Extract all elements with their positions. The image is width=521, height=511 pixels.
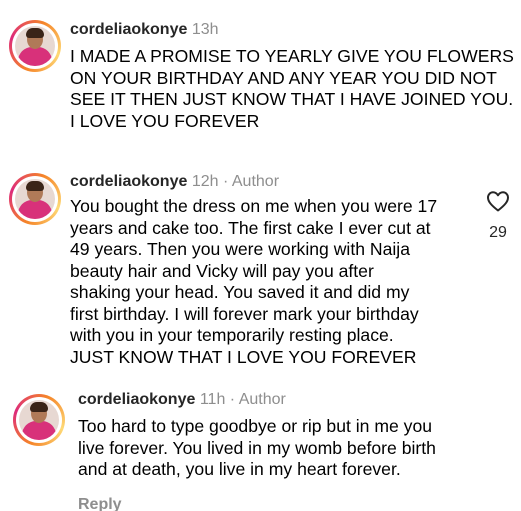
comment-text-line: and at death, you live in my heart forev… [78,459,401,479]
like-control: 29 [478,190,518,242]
comment-timestamp: 11h [199,391,226,408]
avatar[interactable] [13,394,65,446]
avatar-photo [19,400,59,440]
separator-dot: · [229,391,236,408]
comment-text-line: JUST KNOW THAT I LOVE YOU FOREVER [70,346,417,367]
comment-text-line: I LOVE YOU FOREVER [70,110,260,131]
avatar-photo [15,26,55,66]
author-tag: Author [238,391,286,408]
like-count[interactable]: 29 [478,224,518,242]
comment-username[interactable]: cordeliaokonye [78,391,195,408]
comment-text-line: Too hard to type goodbye or rip but in m… [78,416,433,436]
comment-text-line: first birthday. I will forever mark your… [70,303,419,324]
comment-text-line: years and cake too. The first cake I eve… [70,217,431,238]
comment-text-line: live forever. You lived in my womb befor… [78,437,436,458]
reply-button[interactable]: Reply [78,496,122,511]
comment-timestamp: 12h [191,173,219,190]
avatar-photo [15,179,55,219]
avatar[interactable] [9,173,61,225]
comment-text: Too hard to type goodbye or rip but in m… [78,416,436,481]
avatar[interactable] [9,20,61,72]
comment-text-line: You bought the dress on me when you were… [70,196,438,216]
comment-text-line: SEE IT THEN JUST KNOW THAT I HAVE JOINED… [70,89,514,109]
comment-text: I MADE A PROMISE TO YEARLY GIVE YOU FLOW… [70,46,514,132]
comment-username[interactable]: cordeliaokonye [70,21,187,38]
comment-text: You bought the dress on me when you were… [70,196,437,368]
comment-text-line: I MADE A PROMISE TO YEARLY GIVE YOU FLOW… [70,46,514,66]
comment-text-line: ON YOUR BIRTHDAY AND ANY YEAR YOU DID NO… [70,67,497,88]
comment-username[interactable]: cordeliaokonye [70,173,187,190]
comments-panel: cordeliaokonye 13h I MADE A PROMISE TO Y… [0,0,521,511]
heart-outline-icon[interactable] [478,190,518,212]
comment-text-line: beauty hair and Vicky will pay you after [70,260,374,281]
comment-header: cordeliaokonye 13h [70,20,219,40]
comment-timestamp: 13h [191,21,219,38]
separator-dot: · [222,173,229,190]
comment-header: cordeliaokonye 12h · Author [70,172,279,192]
comment-text-line: with you in your temporarily resting pla… [70,325,394,345]
comment-header: cordeliaokonye 11h · Author [78,390,286,410]
comment-text-line: shaking your head. You saved it and did … [70,282,410,302]
comment-text-line: 49 years. Then you were working with Nai… [70,239,410,259]
author-tag: Author [231,173,280,190]
